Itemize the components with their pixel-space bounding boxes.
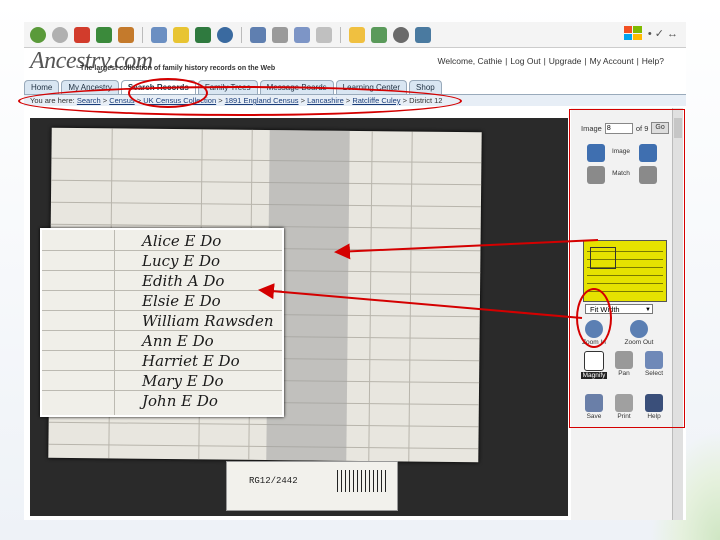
arrow-to-lens — [334, 239, 599, 260]
annotation-arrows — [258, 239, 599, 319]
arrow-to-magnified-text — [258, 283, 583, 319]
